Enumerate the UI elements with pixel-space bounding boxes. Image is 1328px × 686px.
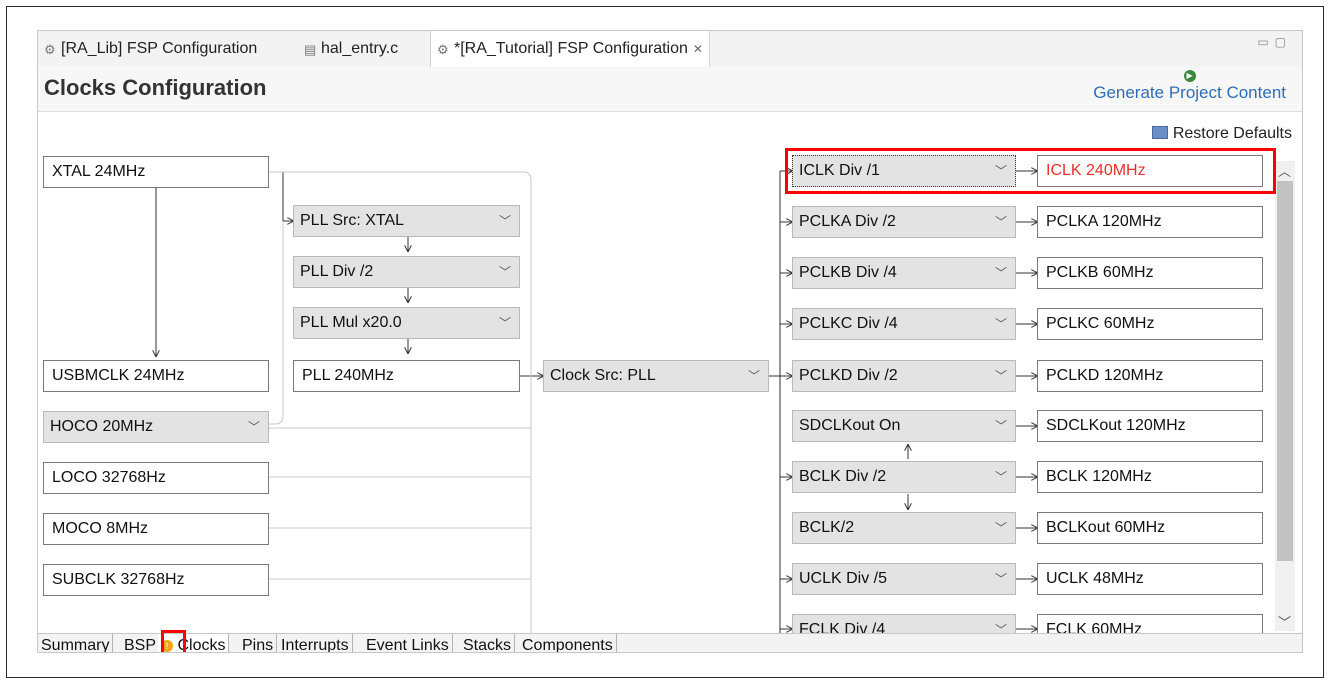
tab-components[interactable]: Components <box>519 634 617 652</box>
pclkb-div-select[interactable]: PCLKB Div /4 ﹀ <box>792 257 1016 289</box>
window-frame: ⚙ [RA_Lib] FSP Configuration ▤ hal_entry.c… <box>6 6 1324 678</box>
subclk-box: SUBCLK 32768Hz <box>43 564 269 596</box>
iclk-div-select[interactable]: ICLK Div /1 ﹀ <box>792 155 1016 187</box>
tab-summary[interactable]: Summary <box>38 634 114 652</box>
chevron-down-icon: ﹀ <box>498 316 511 330</box>
bclk-div-select[interactable]: BCLK Div /2 ﹀ <box>792 461 1016 493</box>
bclkout-output-box: BCLKout 60MHz <box>1037 512 1263 544</box>
warning-icon: ! <box>161 640 173 652</box>
pll-src-select[interactable]: PLL Src: XTAL ﹀ <box>293 205 520 237</box>
chevron-down-icon: ﹀ <box>247 420 260 434</box>
tab-stacks[interactable]: Stacks <box>460 634 516 652</box>
vertical-scrollbar[interactable]: ︿ ﹀ <box>1275 161 1295 631</box>
uclk-div-select[interactable]: UCLK Div /5 ﹀ <box>792 563 1016 595</box>
pll-output-box: PLL 240MHz <box>293 360 520 392</box>
hoco-select[interactable]: HOCO 20MHz ﹀ <box>43 411 269 443</box>
sdclkout-select[interactable]: SDCLKout On ﹀ <box>792 410 1016 442</box>
chevron-down-icon: ﹀ <box>994 215 1007 229</box>
usbmclk-box: USBMCLK 24MHz <box>43 360 269 392</box>
uclk-output-box: UCLK 48MHz <box>1037 563 1263 595</box>
bclk-half-select[interactable]: BCLK/2 ﹀ <box>792 512 1016 544</box>
pclkd-output-box: PCLKD 120MHz <box>1037 360 1263 392</box>
pclka-div-select[interactable]: PCLKA Div /2 ﹀ <box>792 206 1016 238</box>
chevron-down-icon: ﹀ <box>498 265 511 279</box>
tab-event-links[interactable]: Event Links <box>363 634 453 652</box>
xtal-box: XTAL 24MHz <box>43 156 269 188</box>
chevron-down-icon: ﹀ <box>994 419 1007 433</box>
clock-src-select[interactable]: Clock Src: PLL ﹀ <box>543 360 769 392</box>
iclk-output-box: ICLK 240MHz <box>1037 155 1263 187</box>
scroll-down-icon[interactable]: ﹀ <box>1278 612 1291 631</box>
loco-box: LOCO 32768Hz <box>43 462 269 494</box>
tab-clocks[interactable]: ! Clocks <box>158 634 230 652</box>
pclka-output-box: PCLKA 120MHz <box>1037 206 1263 238</box>
chevron-down-icon: ﹀ <box>994 470 1007 484</box>
pclkd-div-select[interactable]: PCLKD Div /2 ﹀ <box>792 360 1016 392</box>
pclkb-output-box: PCLKB 60MHz <box>1037 257 1263 289</box>
chevron-down-icon: ﹀ <box>747 369 760 383</box>
pll-mul-select[interactable]: PLL Mul x20.0 ﹀ <box>293 307 520 339</box>
fsp-editor: ⚙ [RA_Lib] FSP Configuration ▤ hal_entry.c… <box>37 30 1303 653</box>
pll-div-select[interactable]: PLL Div /2 ﹀ <box>293 256 520 288</box>
chevron-down-icon: ﹀ <box>994 317 1007 331</box>
pclkc-output-box: PCLKC 60MHz <box>1037 308 1263 340</box>
bclk-output-box: BCLK 120MHz <box>1037 461 1263 493</box>
moco-box: MOCO 8MHz <box>43 513 269 545</box>
tab-interrupts[interactable]: Interrupts <box>278 634 353 652</box>
chevron-down-icon: ﹀ <box>994 521 1007 535</box>
chevron-down-icon: ﹀ <box>994 266 1007 280</box>
chevron-down-icon: ﹀ <box>994 572 1007 586</box>
config-tabs: Summary BSP ! Clocks Pins Interrupts Eve… <box>38 633 1302 652</box>
tab-pins[interactable]: Pins <box>239 634 278 652</box>
pclkc-div-select[interactable]: PCLKC Div /4 ﹀ <box>792 308 1016 340</box>
chevron-down-icon: ﹀ <box>994 164 1007 178</box>
scrollbar-thumb[interactable] <box>1277 181 1293 561</box>
tab-bsp[interactable]: BSP <box>121 634 161 652</box>
sdclkout-output-box: SDCLKout 120MHz <box>1037 410 1263 442</box>
scroll-up-icon[interactable]: ︿ <box>1278 161 1291 180</box>
chevron-down-icon: ﹀ <box>498 214 511 228</box>
chevron-down-icon: ﹀ <box>994 369 1007 383</box>
